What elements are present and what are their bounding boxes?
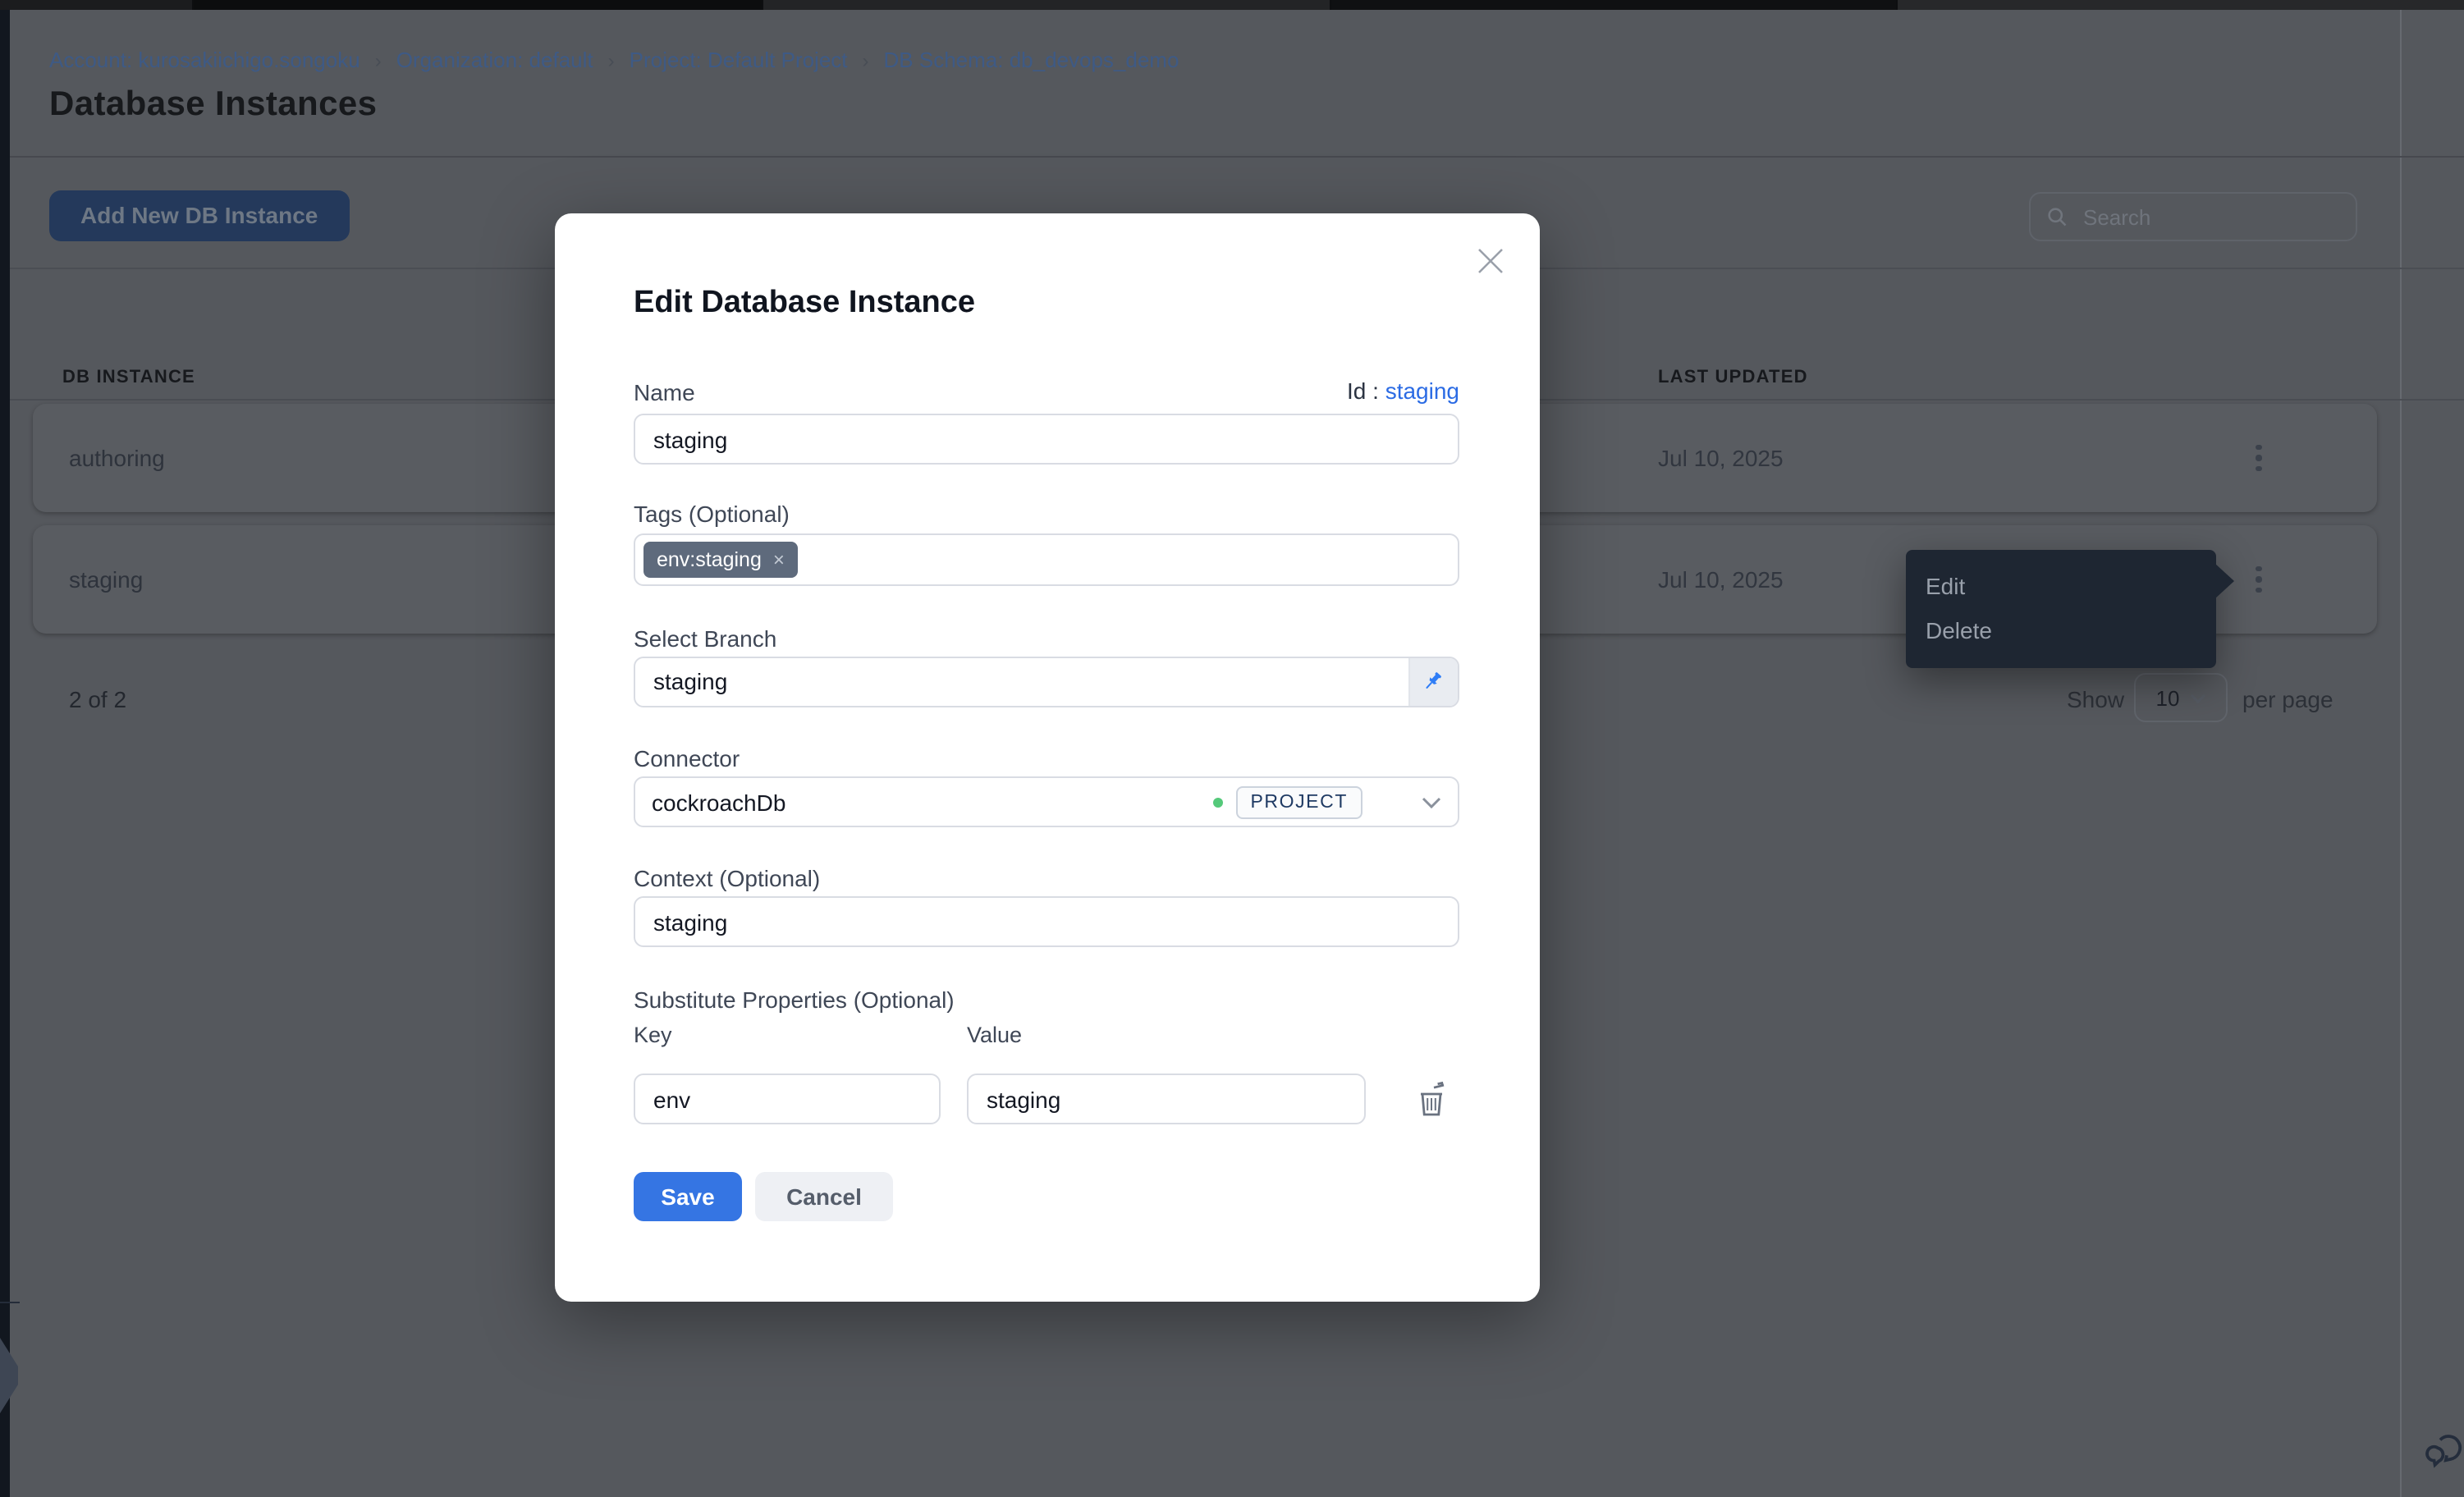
- modal-title: Edit Database Instance: [634, 286, 975, 322]
- browser-tab: [763, 0, 1330, 10]
- browser-tab: [1331, 0, 1896, 10]
- context-input[interactable]: [634, 896, 1459, 947]
- chevron-down-icon: [1422, 795, 1441, 808]
- id-value-link[interactable]: staging: [1385, 378, 1459, 404]
- close-icon[interactable]: [1471, 241, 1510, 281]
- tag-chip: env:staging ×: [643, 542, 798, 578]
- pagination-count: 2 of 2: [69, 686, 126, 712]
- search-box[interactable]: [2029, 192, 2357, 241]
- connector-scope-badge: PROJECT: [1235, 785, 1363, 818]
- pagination-per-page-label: per page: [2242, 686, 2333, 712]
- cancel-button[interactable]: Cancel: [755, 1172, 893, 1221]
- delete-property-button[interactable]: [1415, 1080, 1448, 1119]
- page-size-select[interactable]: 10: [2134, 673, 2228, 722]
- breadcrumb-schema-link[interactable]: DB Schema: db_devops_demo: [884, 48, 1179, 72]
- breadcrumb-separator: ›: [863, 48, 869, 71]
- last-updated-value: Jul 10, 2025: [1658, 404, 1784, 512]
- browser-tab: [0, 0, 192, 10]
- pushpin-icon: [1422, 670, 1446, 694]
- page-title: Database Instances: [49, 85, 377, 125]
- pin-branch-button[interactable]: [1408, 658, 1458, 706]
- context-label: Context (Optional): [634, 865, 820, 891]
- chat-bubbles-icon[interactable]: [2423, 1430, 2464, 1472]
- trash-icon: [1415, 1080, 1448, 1119]
- search-icon: [2045, 205, 2068, 228]
- app-window: Account: kurosakiichigo.songoku › Organi…: [0, 0, 2464, 1497]
- tags-label: Tags (Optional): [634, 501, 790, 527]
- breadcrumb-account-link[interactable]: Account: kurosakiichigo.songoku: [49, 48, 360, 72]
- right-edge-divider: [2400, 10, 2402, 1497]
- left-sidebar-edge: [0, 10, 10, 1497]
- search-input[interactable]: [2080, 203, 2341, 231]
- db-instance-name: staging: [69, 525, 143, 634]
- name-label: Name: [634, 379, 695, 405]
- row-actions-kebab-icon[interactable]: [2242, 553, 2275, 606]
- instance-id: Id : staging: [1347, 378, 1459, 404]
- substitute-properties-label: Substitute Properties (Optional): [634, 987, 955, 1013]
- breadcrumb: Account: kurosakiichigo.songoku › Organi…: [49, 48, 1179, 72]
- connector-label: Connector: [634, 745, 740, 771]
- connector-value: cockroachDb: [652, 789, 1199, 815]
- breadcrumb-separator: ›: [608, 48, 615, 71]
- browser-tab: [194, 0, 762, 10]
- breadcrumb-organization-link[interactable]: Organization: default: [396, 48, 593, 72]
- context-menu-arrow: [2214, 563, 2234, 599]
- left-sidebar-divider: [0, 1302, 20, 1303]
- remove-tag-icon[interactable]: ×: [773, 550, 785, 570]
- branch-value: staging: [635, 658, 1408, 706]
- substitute-value-input[interactable]: [967, 1074, 1366, 1124]
- save-button[interactable]: Save: [634, 1172, 742, 1221]
- db-instance-name: authoring: [69, 404, 165, 512]
- chevron-down-icon: [2189, 692, 2205, 703]
- name-input[interactable]: [634, 414, 1459, 465]
- substitute-key-input[interactable]: [634, 1074, 941, 1124]
- branch-label: Select Branch: [634, 625, 776, 652]
- header-divider: [10, 156, 2464, 158]
- key-label: Key: [634, 1023, 672, 1047]
- row-context-menu: Edit Delete: [1906, 550, 2216, 668]
- column-header-db-instance: DB INSTANCE: [62, 368, 195, 387]
- value-label: Value: [967, 1023, 1022, 1047]
- context-menu-delete[interactable]: Delete: [1906, 609, 2216, 653]
- row-actions-kebab-icon[interactable]: [2242, 432, 2275, 484]
- breadcrumb-separator: ›: [375, 48, 382, 71]
- browser-tab: [1898, 0, 2464, 10]
- page-size-value: 10: [2156, 685, 2180, 710]
- connector-select[interactable]: cockroachDb PROJECT: [634, 776, 1459, 827]
- browser-tab-strip: [0, 0, 2464, 10]
- tag-text: env:staging: [657, 548, 762, 571]
- context-menu-edit[interactable]: Edit: [1906, 565, 2216, 609]
- tags-input[interactable]: env:staging ×: [634, 533, 1459, 586]
- pagination-show-label: Show: [2067, 686, 2124, 712]
- connector-status-dot: [1212, 797, 1222, 807]
- add-db-instance-button[interactable]: Add New DB Instance: [49, 190, 349, 241]
- column-header-last-updated: LAST UPDATED: [1658, 368, 1808, 387]
- edit-db-instance-modal: Edit Database Instance Name Id : staging…: [555, 213, 1540, 1302]
- last-updated-value: Jul 10, 2025: [1658, 525, 1784, 634]
- id-label: Id :: [1347, 378, 1379, 404]
- branch-input[interactable]: staging: [634, 657, 1459, 707]
- breadcrumb-project-link[interactable]: Project: Default Project: [630, 48, 848, 72]
